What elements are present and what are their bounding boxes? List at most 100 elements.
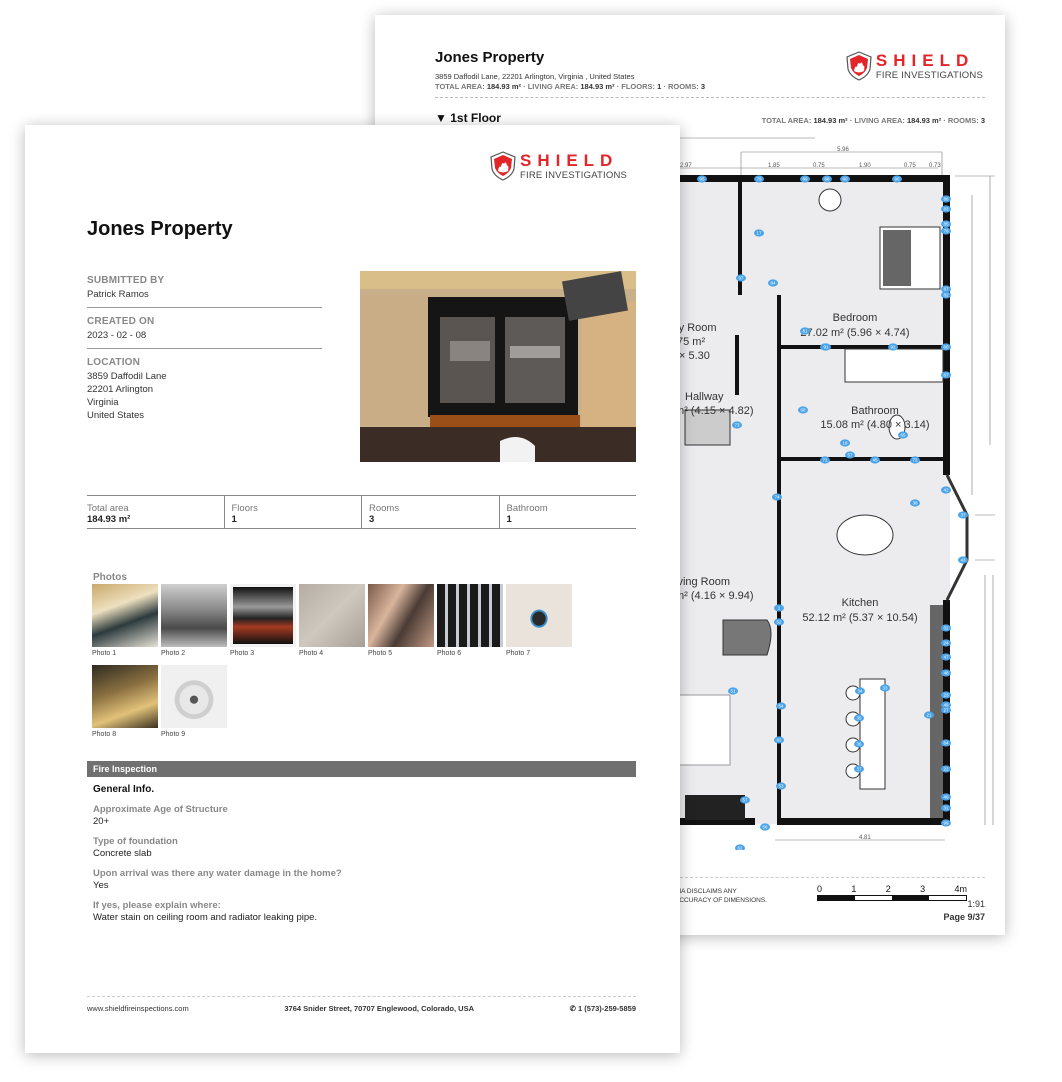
marker[interactable]: 97 xyxy=(736,274,746,282)
floor-name: 1st Floor xyxy=(450,111,501,125)
marker[interactable]: 65 xyxy=(898,431,908,439)
marker[interactable]: 79 xyxy=(754,175,764,183)
room-name: Hallway xyxy=(685,391,724,403)
marker-label: 64 xyxy=(943,741,949,746)
bathtub xyxy=(844,348,944,383)
photo-thumbnail[interactable]: Photo 4 xyxy=(299,584,365,657)
scale-ratio: 1:91 xyxy=(967,899,985,909)
marker[interactable]: 91 xyxy=(821,343,831,351)
marker[interactable]: 85 xyxy=(941,220,951,228)
photos-heading: Photos xyxy=(93,572,127,583)
marker[interactable]: 71 xyxy=(820,456,830,464)
marker[interactable]: 32 xyxy=(941,624,951,632)
marker[interactable]: 89 xyxy=(800,175,810,183)
total-area-value: 184.93 m² xyxy=(486,82,522,91)
marker[interactable]: 54 xyxy=(776,702,786,710)
marker[interactable]: 46 xyxy=(941,793,951,801)
marker[interactable]: 63 xyxy=(774,736,784,744)
marker[interactable]: 23 xyxy=(941,691,951,699)
marker[interactable]: 52 xyxy=(774,618,784,626)
scale-tick: 3 xyxy=(920,884,926,894)
brand-name: SHIELD xyxy=(875,50,975,70)
photo-thumbnail[interactable]: Photo 6 xyxy=(437,584,503,657)
marker[interactable]: 74 xyxy=(772,493,782,501)
marker[interactable]: 37 xyxy=(958,511,968,519)
website-link[interactable]: www.shieldfireinspections.com xyxy=(87,1004,189,1013)
shield-logo: SHIELD FIRE INVESTIGATIONS xyxy=(490,151,627,181)
marker[interactable]: 99 xyxy=(941,819,951,827)
phone-number[interactable]: ✆ 1 (573)-259-5859 xyxy=(570,1004,636,1013)
marker[interactable]: 80 xyxy=(840,175,850,183)
marker[interactable]: 27 xyxy=(941,706,951,714)
photo-thumbnail[interactable]: Photo 7 xyxy=(506,584,572,657)
marker-label: 97 xyxy=(738,276,744,281)
marker[interactable]: 60 xyxy=(941,343,951,351)
kitchen-island xyxy=(859,678,886,790)
marker-label: 22 xyxy=(943,767,949,772)
marker[interactable]: 34 xyxy=(855,687,865,695)
marker[interactable]: 17 xyxy=(754,229,764,237)
marker-label: 79 xyxy=(756,177,762,182)
marker[interactable]: 72 xyxy=(910,456,920,464)
marker[interactable]: 95 xyxy=(697,175,707,183)
fire-inspection-body: General Info. Approximate Age of Structu… xyxy=(93,784,633,932)
marker[interactable]: 73 xyxy=(732,421,742,429)
marker[interactable]: 90 xyxy=(892,175,902,183)
marker[interactable]: 33 xyxy=(880,684,890,692)
separator: · xyxy=(943,116,946,125)
marker[interactable]: 78 xyxy=(941,227,951,235)
marker[interactable]: 67 xyxy=(941,371,951,379)
photo-caption: Photo 5 xyxy=(368,650,393,657)
property-photo[interactable] xyxy=(360,271,636,462)
marker-label: 92 xyxy=(890,345,896,350)
photo-thumbnail[interactable]: Photo 2 xyxy=(161,584,227,657)
marker[interactable]: 62 xyxy=(735,844,745,850)
marker[interactable]: 45 xyxy=(870,456,880,464)
marker[interactable]: 51 xyxy=(728,687,738,695)
marker[interactable]: 42 xyxy=(941,486,951,494)
floor-section-toggle[interactable]: ▼ 1st Floor xyxy=(435,111,501,125)
photo-thumbnail[interactable]: Photo 9 xyxy=(161,665,227,738)
marker[interactable]: 37 xyxy=(854,765,864,773)
marker[interactable]: 64 xyxy=(941,739,951,747)
photo-thumbnail[interactable]: Photo 5 xyxy=(368,584,434,657)
marker[interactable]: 92 xyxy=(888,343,898,351)
marker[interactable]: 83 xyxy=(941,205,951,213)
marker[interactable]: 24 xyxy=(941,639,951,647)
room-name: Bathroom xyxy=(851,405,899,417)
property-stats: Total area 184.93 m² Floors 1 Rooms 3 Ba… xyxy=(87,495,636,529)
photo-thumbnail[interactable]: Photo 8 xyxy=(92,665,158,738)
shield-flame-icon xyxy=(490,151,516,181)
marker[interactable]: 56 xyxy=(760,823,770,831)
marker-label: 82 xyxy=(943,293,949,298)
marker[interactable]: 88 xyxy=(822,175,832,183)
marker[interactable]: 35 xyxy=(854,714,864,722)
marker[interactable]: 86 xyxy=(941,195,951,203)
marker[interactable]: 48 xyxy=(941,669,951,677)
marker[interactable]: 47 xyxy=(941,653,951,661)
marker[interactable]: 68 xyxy=(798,406,808,414)
photo-thumbnail[interactable]: Photo 1 xyxy=(92,584,158,657)
marker-label: 65 xyxy=(900,433,906,438)
marker[interactable]: 21 xyxy=(924,711,934,719)
marker[interactable]: 57 xyxy=(740,796,750,804)
marker[interactable]: 84 xyxy=(768,279,778,287)
marker[interactable]: 1 xyxy=(774,604,784,612)
marker[interactable]: 82 xyxy=(941,291,951,299)
marker[interactable]: 81 xyxy=(800,327,810,335)
marker[interactable]: 18 xyxy=(840,439,850,447)
marker[interactable]: 53 xyxy=(776,782,786,790)
scale-tick: 4m xyxy=(954,884,967,894)
marker[interactable]: 36 xyxy=(854,740,864,748)
photo-thumbnail[interactable]: Photo 3 xyxy=(230,584,296,657)
marker-label: 90 xyxy=(894,177,900,182)
marker[interactable]: 22 xyxy=(941,765,951,773)
shield-logo: SHIELD FIRE INVESTIGATIONS xyxy=(846,51,983,81)
marker[interactable]: 38 xyxy=(910,499,920,507)
marker-label: 48 xyxy=(943,671,949,676)
marker[interactable]: 31 xyxy=(941,804,951,812)
marker[interactable]: 57 xyxy=(845,451,855,459)
marker-label: 47 xyxy=(943,655,949,660)
marker-label: 89 xyxy=(802,177,808,182)
marker[interactable]: 43 xyxy=(958,556,968,564)
